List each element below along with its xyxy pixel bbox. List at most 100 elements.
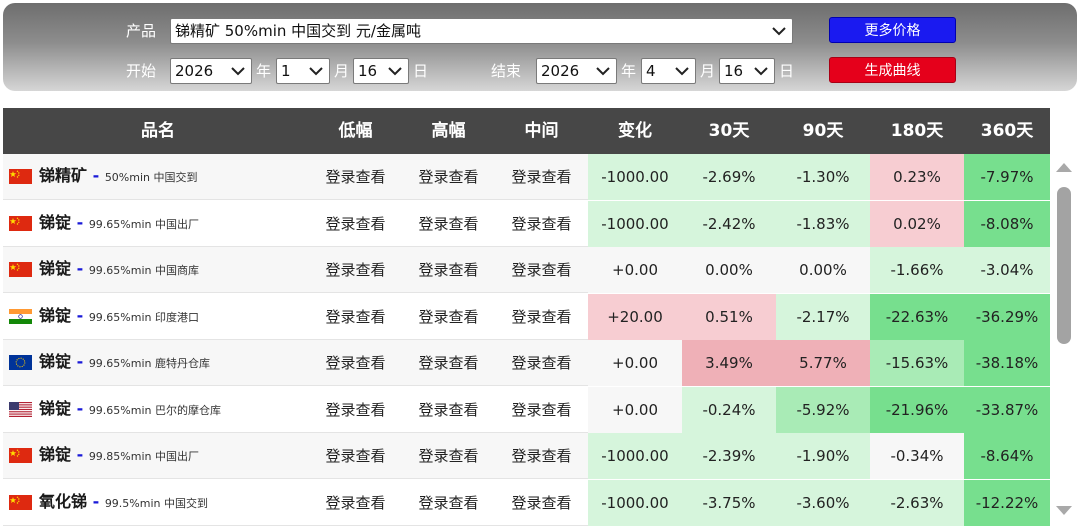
login-to-view-link[interactable]: 登录查看 — [402, 340, 495, 386]
price-change-cell: +20.00 — [588, 293, 682, 340]
price-change-cell: -1000.00 — [588, 433, 682, 479]
end-month-select[interactable]: 4 — [641, 58, 696, 84]
login-to-view-link[interactable]: 登录查看 — [309, 433, 402, 479]
price-d360-cell: -8.64% — [964, 433, 1050, 479]
generate-curve-button[interactable]: 生成曲线 — [829, 57, 956, 83]
login-to-view-link[interactable]: 登录查看 — [309, 480, 402, 526]
product-select[interactable]: 锑精矿 50%min 中国交到 元/金属吨 — [170, 18, 793, 44]
product-name-text: 氧化锑 — [39, 491, 88, 511]
end-year-value: 2026 — [541, 62, 580, 80]
end-label: 结束 — [491, 62, 522, 80]
login-to-view-link[interactable]: 登录查看 — [495, 294, 588, 340]
table-row[interactable]: 锑锭 - 99.65%min 鹿特丹仓库 登录查看 登录查看 登录查看 +0.00 3.4… — [3, 340, 1050, 386]
product-name-cell[interactable]: 锑锭 - 99.85%min 中国出厂 — [3, 433, 313, 479]
product-name[interactable]: 氧化锑 - 99.5%min 中国交到 — [39, 492, 208, 514]
product-select-value: 锑精矿 50%min 中国交到 元/金属吨 — [175, 22, 421, 40]
table-row[interactable]: 锑精矿 - 50%min 中国交到 登录查看 登录查看 登录查看 -1000.00 -2.… — [3, 154, 1050, 200]
login-to-view-link[interactable]: 登录查看 — [309, 154, 402, 200]
price-d180-cell: -21.96% — [870, 386, 964, 433]
start-day-value: 16 — [358, 62, 378, 80]
scroll-up-arrow-icon[interactable] — [1056, 163, 1072, 172]
product-name-cell[interactable]: 锑锭 - 99.65%min 印度港口 — [3, 294, 313, 340]
price-d90-cell: -1.30% — [776, 154, 870, 200]
scrollbar-thumb[interactable] — [1057, 187, 1071, 344]
login-to-view-link[interactable]: 登录查看 — [495, 340, 588, 386]
price-d180-cell: -1.66% — [870, 247, 964, 293]
header-high: 高幅 — [431, 121, 466, 141]
end-year-unit: 年 — [621, 62, 637, 80]
price-d90-cell: -1.90% — [776, 433, 870, 479]
start-month-select[interactable]: 1 — [276, 58, 330, 84]
price-d180-cell: -15.63% — [870, 340, 964, 386]
scroll-down-arrow-icon[interactable] — [1056, 506, 1072, 515]
price-change-cell: +0.00 — [588, 247, 682, 293]
price-d90-cell: 5.77% — [776, 340, 870, 386]
login-to-view-link[interactable]: 登录查看 — [495, 480, 588, 526]
login-to-view-link[interactable]: 登录查看 — [495, 247, 588, 293]
product-name-cell[interactable]: 锑锭 - 99.65%min 中国商库 — [3, 247, 313, 293]
product-name-cell[interactable]: 锑锭 - 99.65%min 巴尔的摩仓库 — [3, 387, 313, 433]
product-name[interactable]: 锑锭 - 99.65%min 鹿特丹仓库 — [39, 352, 210, 374]
login-to-view-link[interactable]: 登录查看 — [402, 154, 495, 200]
price-d30-cell: -2.69% — [682, 154, 776, 200]
login-to-view-link[interactable]: 登录查看 — [495, 154, 588, 200]
product-name[interactable]: 锑锭 - 99.65%min 中国出厂 — [39, 213, 199, 235]
product-name-cell[interactable]: 锑锭 - 99.65%min 中国出厂 — [3, 201, 313, 247]
table-row[interactable]: 锑锭 - 99.65%min 印度港口 登录查看 登录查看 登录查看 +20.00 0.5… — [3, 293, 1050, 340]
chevron-down-icon — [231, 67, 245, 76]
price-d30-cell: 3.49% — [682, 340, 776, 386]
login-to-view-link[interactable]: 登录查看 — [309, 387, 402, 433]
login-to-view-link[interactable]: 登录查看 — [495, 433, 588, 479]
login-to-view-link[interactable]: 登录查看 — [309, 201, 402, 247]
product-name[interactable]: 锑锭 - 99.65%min 中国商库 — [39, 259, 199, 281]
login-to-view-link[interactable]: 登录查看 — [402, 433, 495, 479]
table-row[interactable]: 氧化锑 - 99.5%min 中国交到 登录查看 登录查看 登录查看 -1000.00-… — [3, 479, 1050, 526]
product-name[interactable]: 锑精矿 - 50%min 中国交到 — [39, 166, 198, 188]
table-row[interactable]: 锑锭 - 99.65%min 巴尔的摩仓库 登录查看 登录查看 登录查看 +0.00 -0… — [3, 386, 1050, 433]
product-spec: 99.5%min 中国交到 — [104, 496, 208, 510]
product-spec: 99.65%min 巴尔的摩仓库 — [88, 403, 221, 417]
header-low: 低幅 — [338, 121, 373, 141]
login-to-view-link[interactable]: 登录查看 — [402, 247, 495, 293]
product-dash: - — [76, 305, 84, 325]
start-day-select[interactable]: 16 — [353, 58, 409, 84]
table-row[interactable]: 锑锭 - 99.85%min 中国出厂 登录查看 登录查看 登录查看 -1000.00-… — [3, 433, 1050, 479]
login-to-view-link[interactable]: 登录查看 — [402, 387, 495, 433]
product-dash: - — [76, 398, 84, 418]
login-to-view-link[interactable]: 登录查看 — [309, 340, 402, 386]
price-change-cell: -1000.00 — [588, 479, 682, 526]
login-to-view-link[interactable]: 登录查看 — [402, 480, 495, 526]
chevron-down-icon — [596, 67, 610, 76]
end-day-select[interactable]: 16 — [719, 58, 775, 84]
price-d360-cell: -38.18% — [964, 340, 1050, 386]
product-spec: 99.65%min 印度港口 — [88, 310, 199, 324]
price-d90-cell: -1.83% — [776, 200, 870, 247]
product-dash: - — [76, 259, 84, 278]
product-name-cell[interactable]: 锑锭 - 99.65%min 鹿特丹仓库 — [3, 340, 313, 386]
product-name[interactable]: 锑锭 - 99.85%min 中国出厂 — [39, 445, 199, 467]
price-d360-cell: -12.22% — [964, 479, 1050, 526]
login-to-view-link[interactable]: 登录查看 — [495, 201, 588, 247]
start-year-select[interactable]: 2026 — [170, 58, 252, 84]
product-name[interactable]: 锑锭 - 99.65%min 印度港口 — [39, 306, 199, 328]
login-to-view-link[interactable]: 登录查看 — [402, 294, 495, 340]
login-to-view-link[interactable]: 登录查看 — [495, 387, 588, 433]
end-year-select[interactable]: 2026 — [536, 58, 617, 84]
price-d30-cell: -0.24% — [682, 386, 776, 433]
table-row[interactable]: 锑锭 - 99.65%min 中国商库 登录查看 登录查看 登录查看 +0.00 0.00… — [3, 247, 1050, 293]
login-to-view-link[interactable]: 登录查看 — [309, 247, 402, 293]
chevron-down-icon — [754, 67, 768, 76]
product-name-cell[interactable]: 锑精矿 - 50%min 中国交到 — [3, 154, 313, 200]
vertical-scrollbar[interactable] — [1053, 155, 1075, 523]
chevron-down-icon — [388, 67, 402, 76]
product-name[interactable]: 锑锭 - 99.65%min 巴尔的摩仓库 — [39, 399, 221, 421]
login-to-view-link[interactable]: 登录查看 — [402, 201, 495, 247]
product-name-cell[interactable]: 氧化锑 - 99.5%min 中国交到 — [3, 480, 313, 526]
price-change-cell: +0.00 — [588, 340, 682, 386]
more-prices-button[interactable]: 更多价格 — [829, 17, 956, 43]
table-row[interactable]: 锑锭 - 99.65%min 中国出厂 登录查看 登录查看 登录查看 -1000.00-… — [3, 200, 1050, 247]
login-to-view-link[interactable]: 登录查看 — [309, 294, 402, 340]
price-d90-cell: -5.92% — [776, 386, 870, 433]
filter-panel: 产品 锑精矿 50%min 中国交到 元/金属吨 更多价格 开始 2026 年 … — [3, 3, 1077, 91]
price-d360-cell: -36.29% — [964, 293, 1050, 340]
